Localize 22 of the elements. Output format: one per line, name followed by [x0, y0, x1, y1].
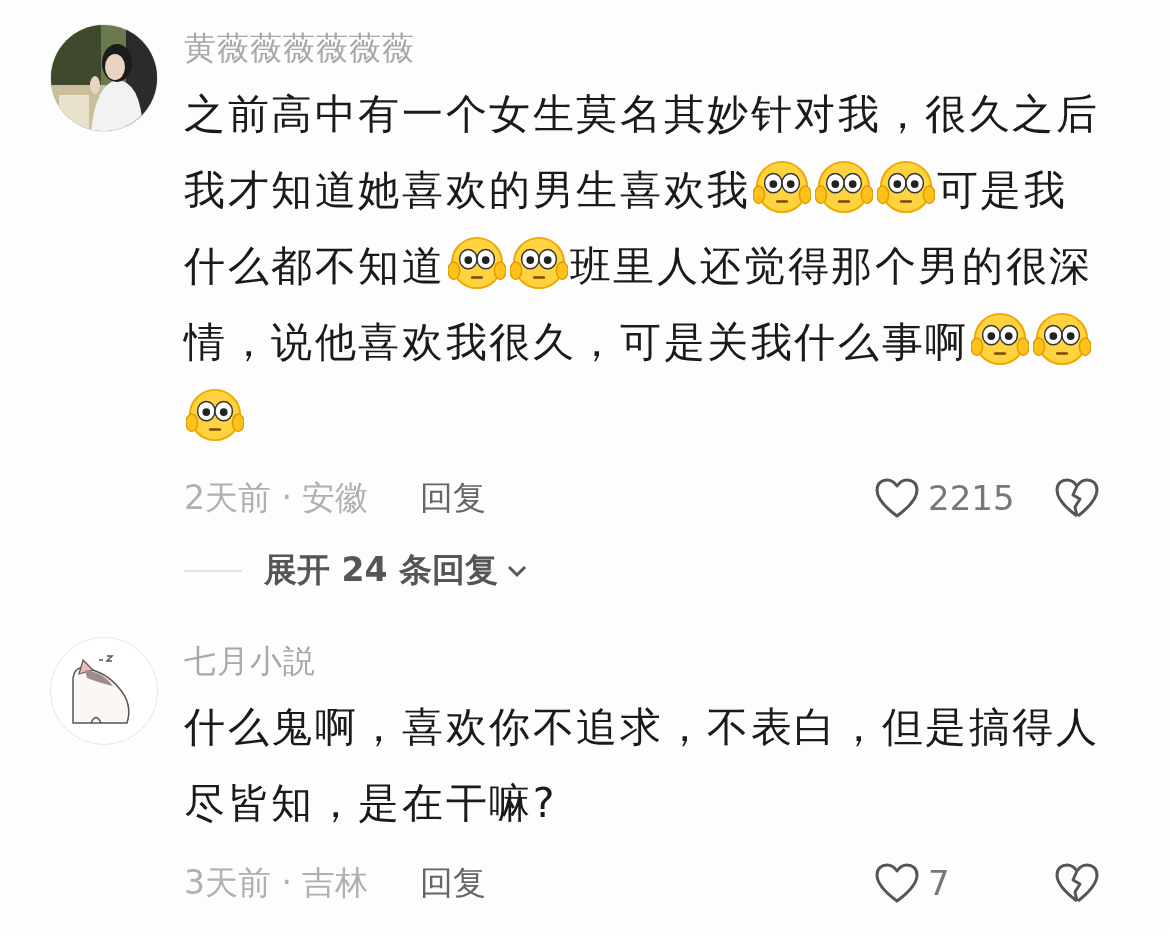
- heart-icon[interactable]: [874, 862, 920, 904]
- like-count: 7: [928, 863, 950, 903]
- staring-face-icon: [1032, 310, 1091, 368]
- staring-face-icon: [509, 234, 568, 292]
- time-location: 2天前 · 安徽: [184, 476, 369, 519]
- staring-face-icon: [970, 310, 1029, 368]
- like-count: 2215: [928, 478, 1015, 518]
- staring-face-icon: [752, 158, 811, 216]
- chevron-down-icon: [505, 563, 528, 578]
- reply-link[interactable]: 回复: [420, 475, 487, 521]
- comment-text: 之前高中有一个女生莫名其妙针对我，很久之后我才知道她喜欢的男生喜欢我 可是我什么都不知道 班里人还觉得那个男的很深情，说他喜欢我很久，可是关我什么事啊: [184, 76, 1100, 456]
- time-location: 3天前 · 吉林: [184, 861, 369, 904]
- broken-heart-icon[interactable]: [1054, 862, 1100, 904]
- staring-face-icon: [814, 158, 873, 216]
- broken-heart-icon[interactable]: [1054, 477, 1100, 519]
- staring-face-icon: [186, 386, 244, 444]
- staring-face-icon: [876, 158, 935, 216]
- heart-icon[interactable]: [874, 477, 920, 519]
- staring-face-icon: [447, 234, 506, 292]
- expand-replies-button[interactable]: 展开 24 条回复: [264, 548, 528, 593]
- comment-text: 什么鬼啊，喜欢你不追求，不表白，但是搞得人尽皆知，是在干嘛?: [184, 702, 1100, 829]
- reply-link[interactable]: 回复: [420, 860, 487, 906]
